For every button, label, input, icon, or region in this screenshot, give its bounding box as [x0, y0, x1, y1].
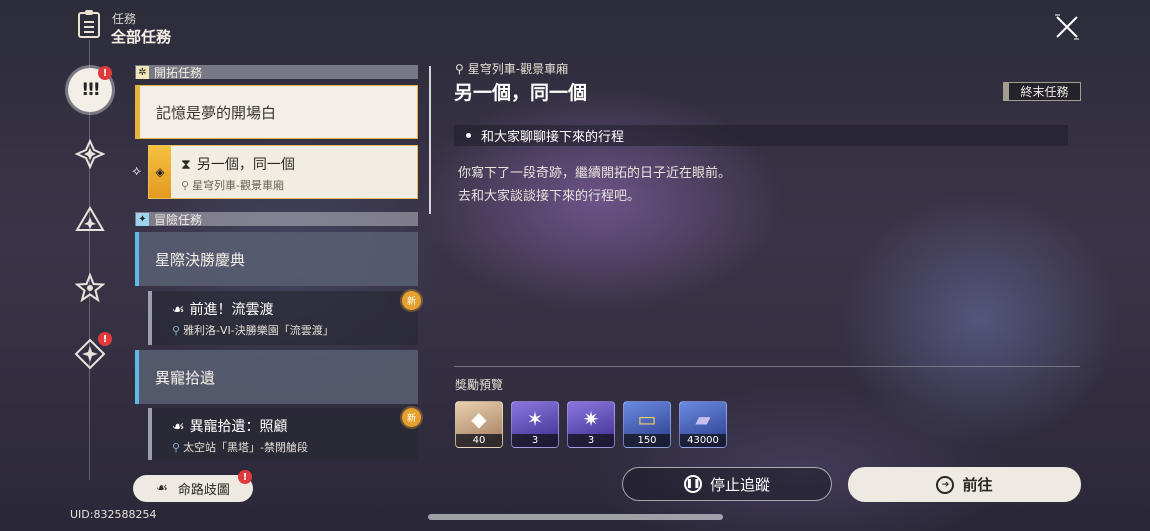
header-category: 任務 [112, 12, 137, 26]
reward-item-purple-1[interactable]: ✶ 3 [511, 401, 559, 448]
path-map-badge: ! [238, 470, 252, 484]
chapter-card-memory[interactable]: 記憶是夢的開場白 [135, 85, 418, 139]
exp-material-icon: ▰ [695, 407, 711, 431]
detail-title: 另一個，同一個 [454, 82, 588, 104]
page-title: 全部任務 [111, 28, 172, 46]
arrow-right-icon: ➔ [936, 475, 955, 494]
location-pin-icon: ⚲ [172, 324, 181, 337]
section-header-trailblaze: ✲ 開拓任務 [135, 65, 418, 80]
exclamation-icon: !!! [81, 80, 100, 100]
quest-title: 前進！流雲渡 [189, 302, 274, 318]
trailblaze-section-icon: ✲ [136, 65, 149, 79]
detail-location: ⚲ 星穹列車-觀景車廂 [455, 62, 569, 76]
bullet-icon [466, 133, 471, 138]
quest-item-flowing-cloud[interactable]: ☙ 前進！流雲渡 ⚲ 雅利洛-VI-決勝樂園「流雲渡」 [148, 291, 418, 345]
new-badge: 新 [402, 291, 421, 310]
location-pin-icon: ⚲ [181, 179, 190, 192]
tracking-pointer-icon: ⟡ [132, 163, 142, 179]
purple-material-2-icon: ✷ [582, 407, 600, 431]
hourglass-icon: ⧗ [181, 157, 191, 173]
chapter-title: 記憶是夢的開場白 [156, 103, 277, 122]
triangle-star-icon [75, 206, 105, 231]
close-icon[interactable] [1052, 12, 1082, 42]
location-pin-icon: ⚲ [455, 62, 464, 76]
quest-location: 太空站「黑塔」-禁閉艙段 [183, 441, 309, 454]
new-badge: 新 [402, 408, 421, 427]
location-pin-icon: ⚲ [172, 441, 181, 454]
adventure-quest-icon: ☙ [172, 302, 185, 318]
credit-ticket-icon: ▭ [637, 407, 657, 431]
uid-label: UID:832588254 [70, 508, 157, 521]
stop-tracking-button[interactable]: ❚❚ 停止追蹤 [622, 467, 832, 501]
reward-item-purple-2[interactable]: ✷ 3 [567, 401, 615, 448]
rail-daily-badge: ! [98, 332, 112, 346]
quest-title: 另一個，同一個 [196, 157, 295, 173]
reward-preview-label: 獎勵預覽 [455, 378, 504, 392]
trailblaze-star-icon [75, 139, 105, 169]
path-map-icon: ☙ [156, 481, 168, 496]
divider [454, 366, 1080, 367]
quest-item-another-same[interactable]: ◈ ⧗ 另一個，同一個 ⚲ 星穹列車-觀景車廂 [148, 145, 418, 199]
go-button[interactable]: ➔ 前往 [848, 467, 1081, 502]
quest-objective: 和大家聊聊接下來的行程 [454, 125, 1068, 146]
home-indicator[interactable] [428, 514, 723, 520]
quest-description-line-1: 你寫下了一段奇跡，繼續開拓的日子近在眼前。 [458, 166, 732, 181]
quest-location: 星穹列車-觀景車廂 [192, 179, 285, 192]
rail-adventure-button[interactable] [70, 268, 110, 308]
rail-main-badge: ! [98, 66, 112, 80]
quest-description-line-2: 去和大家談談接下來的行程吧。 [458, 189, 641, 204]
adventure-quest-icon: ☙ [172, 419, 185, 435]
reward-item-credit[interactable]: ▭ 150 [623, 401, 671, 448]
active-quest-marker-icon: ◈ [149, 146, 171, 198]
chapter-card-exotic-pets[interactable]: 異寵拾遺 [135, 350, 418, 404]
adventure-section-icon: ✦ [136, 212, 149, 226]
quest-clipboard-icon [78, 10, 100, 38]
stellar-jade-icon: ◆ [471, 407, 487, 431]
purple-material-icon: ✶ [526, 407, 544, 431]
rail-companion-button[interactable] [70, 200, 110, 240]
quest-location: 雅利洛-VI-決勝樂園「流雲渡」 [183, 324, 334, 337]
chapter-title: 異寵拾遺 [155, 368, 216, 387]
quest-item-pets-care[interactable]: ☙ 異寵拾遺：照顧 ⚲ 太空站「黑塔」-禁閉艙段 [148, 408, 418, 460]
rail-trailblaze-button[interactable] [70, 134, 110, 174]
list-scrollbar[interactable] [429, 66, 431, 214]
chapter-title: 星際決勝慶典 [155, 250, 246, 269]
chapter-card-galactic-festival[interactable]: 星際決勝慶典 [135, 232, 418, 286]
quest-title: 異寵拾遺：照顧 [189, 419, 288, 435]
path-map-button[interactable]: ☙ 命路歧圖 [133, 475, 253, 502]
pause-icon: ❚❚ [683, 475, 702, 493]
quest-type-tag: 終末任務 [1003, 82, 1081, 101]
reward-item-exp[interactable]: ▰ 43000 [679, 401, 727, 448]
five-point-star-icon [75, 273, 105, 303]
section-header-adventure: ✦ 冒險任務 [135, 212, 418, 227]
reward-item-stellar-jade[interactable]: ◆ 40 [455, 401, 503, 448]
